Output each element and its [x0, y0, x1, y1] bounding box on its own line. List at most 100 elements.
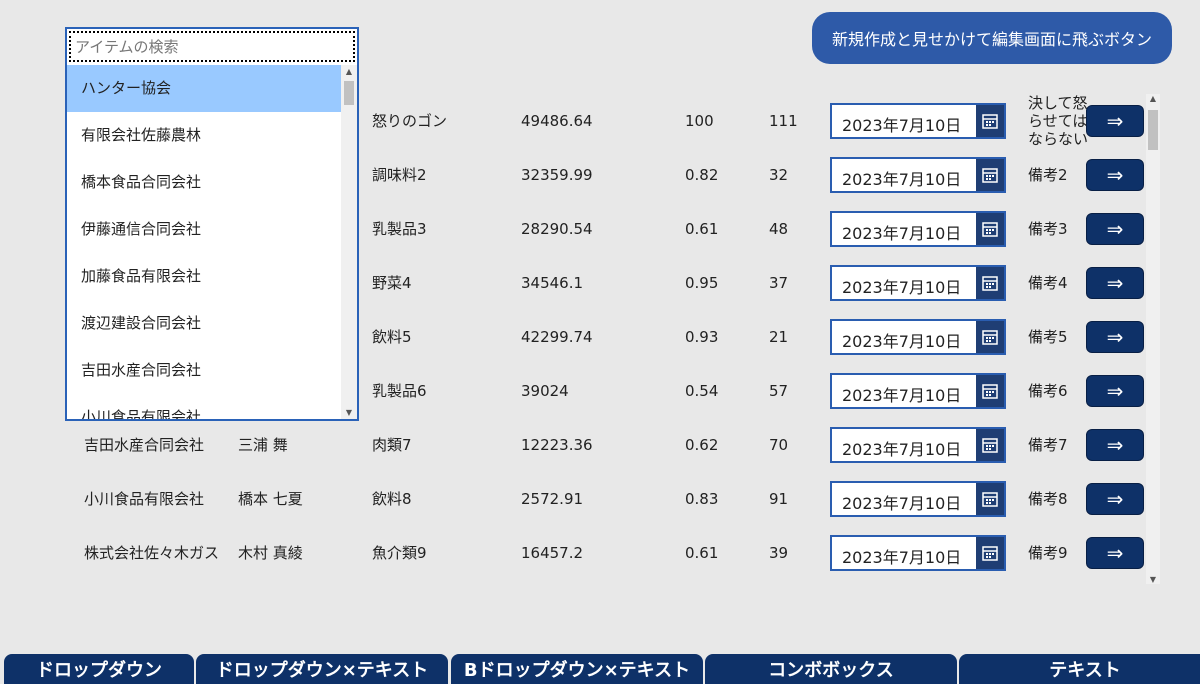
date-picker[interactable]: 2023年7月10日	[830, 211, 1006, 247]
combobox-item[interactable]: 有限会社佐藤農林	[67, 112, 343, 159]
navigate-arrow-button[interactable]: ⇒	[1086, 159, 1144, 191]
combobox-scrollbar[interactable]: ▲ ▼	[341, 65, 357, 419]
date-picker-value[interactable]: 2023年7月10日	[842, 490, 961, 514]
navigate-arrow-button[interactable]: ⇒	[1086, 429, 1144, 461]
table-row: 吉田水産合同会社 三浦 舞 肉類7 12223.36 0.62 70 2023年7月10日 備…	[70, 418, 1148, 472]
navigate-arrow-button[interactable]: ⇒	[1086, 105, 1144, 137]
rate-cell: 100	[685, 112, 714, 130]
product-cell: 野菜4	[372, 274, 412, 292]
date-picker[interactable]: 2023年7月10日	[830, 481, 1006, 517]
company-combobox[interactable]: ハンター協会有限会社佐藤農林橋本食品合同会社伊藤通信合同会社加藤食品有限会社渡辺…	[65, 27, 359, 421]
note-cell: 備考9	[1028, 544, 1068, 562]
date-picker[interactable]: 2023年7月10日	[830, 157, 1006, 193]
combobox-item[interactable]: 吉田水産合同会社	[67, 347, 343, 394]
date-picker-value[interactable]: 2023年7月10日	[842, 274, 961, 298]
table-row: 株式会社佐々木ガス 木村 真綾 魚介類9 16457.2 0.61 39 2023年7月10…	[70, 526, 1148, 580]
new-edit-button[interactable]: 新規作成と見せかけて編集画面に飛ぶボタン	[812, 12, 1172, 64]
date-picker-value[interactable]: 2023年7月10日	[842, 328, 961, 352]
combobox-search-input[interactable]	[69, 31, 355, 62]
scroll-thumb[interactable]	[344, 81, 354, 105]
quantity-cell: 32	[769, 166, 789, 184]
date-picker-value[interactable]: 2023年7月10日	[842, 112, 961, 136]
calendar-icon[interactable]	[976, 213, 1004, 245]
amount-cell: 16457.2	[521, 544, 584, 562]
product-cell: 乳製品6	[372, 382, 427, 400]
table-row: 小川食品有限会社 橋本 七夏 飲料8 2572.91 0.83 91 2023年7月10日 備…	[70, 472, 1148, 526]
calendar-icon[interactable]	[976, 483, 1004, 515]
amount-cell: 49486.64	[521, 112, 593, 130]
combobox-item[interactable]: ハンター協会	[67, 65, 343, 112]
quantity-cell: 111	[769, 112, 798, 130]
combobox-item[interactable]: 加藤食品有限会社	[67, 253, 343, 300]
rate-cell: 0.95	[685, 274, 719, 292]
amount-cell: 39024	[521, 382, 569, 400]
combobox-item[interactable]: 橋本食品合同会社	[67, 159, 343, 206]
note-cell: 備考3	[1028, 220, 1068, 238]
company-cell: 吉田水産合同会社	[84, 436, 205, 454]
calendar-icon[interactable]	[976, 375, 1004, 407]
amount-cell: 28290.54	[521, 220, 593, 238]
date-picker[interactable]: 2023年7月10日	[830, 373, 1006, 409]
date-picker-value[interactable]: 2023年7月10日	[842, 436, 961, 460]
date-picker-value[interactable]: 2023年7月10日	[842, 166, 961, 190]
scroll-up-icon[interactable]: ▲	[1146, 94, 1160, 103]
note-cell: 決して怒らせてはならない	[1028, 94, 1089, 148]
quantity-cell: 70	[769, 436, 789, 454]
quantity-cell: 91	[769, 490, 789, 508]
scroll-down-icon[interactable]: ▼	[1146, 575, 1160, 584]
date-picker-value[interactable]: 2023年7月10日	[842, 220, 961, 244]
calendar-icon[interactable]	[976, 321, 1004, 353]
bottom-tab-bar: ドロップダウン ドロップダウン×テキスト Bドロップダウン×テキスト コンボボッ…	[0, 654, 1200, 684]
product-cell: 調味料2	[372, 166, 427, 184]
quantity-cell: 57	[769, 382, 789, 400]
calendar-icon[interactable]	[976, 537, 1004, 569]
note-cell: 備考8	[1028, 490, 1068, 508]
quantity-cell: 21	[769, 328, 789, 346]
amount-cell: 42299.74	[521, 328, 593, 346]
product-cell: 飲料5	[372, 328, 412, 346]
quantity-cell: 39	[769, 544, 789, 562]
amount-cell: 32359.99	[521, 166, 593, 184]
rate-cell: 0.61	[685, 220, 719, 238]
date-picker[interactable]: 2023年7月10日	[830, 319, 1006, 355]
combobox-item[interactable]: 小川食品有限会社	[67, 394, 343, 419]
scroll-down-icon[interactable]: ▼	[341, 408, 357, 417]
calendar-icon[interactable]	[976, 429, 1004, 461]
date-picker-value[interactable]: 2023年7月10日	[842, 382, 961, 406]
combobox-item[interactable]: 伊藤通信合同会社	[67, 206, 343, 253]
date-picker-value[interactable]: 2023年7月10日	[842, 544, 961, 568]
rate-cell: 0.83	[685, 490, 719, 508]
scroll-up-icon[interactable]: ▲	[341, 67, 357, 76]
rate-cell: 0.93	[685, 328, 719, 346]
person-cell: 橋本 七夏	[238, 490, 303, 508]
date-picker[interactable]: 2023年7月10日	[830, 427, 1006, 463]
navigate-arrow-button[interactable]: ⇒	[1086, 375, 1144, 407]
product-cell: 飲料8	[372, 490, 412, 508]
company-cell: 小川食品有限会社	[84, 490, 205, 508]
quantity-cell: 37	[769, 274, 789, 292]
amount-cell: 2572.91	[521, 490, 584, 508]
product-cell: 魚介類9	[372, 544, 427, 562]
calendar-icon[interactable]	[976, 159, 1004, 191]
calendar-icon[interactable]	[976, 267, 1004, 299]
scroll-thumb[interactable]	[1148, 110, 1158, 150]
rate-cell: 0.61	[685, 544, 719, 562]
amount-cell: 34546.1	[521, 274, 584, 292]
gallery-scrollbar[interactable]: ▲ ▼	[1146, 94, 1160, 584]
navigate-arrow-button[interactable]: ⇒	[1086, 483, 1144, 515]
product-cell: 肉類7	[372, 436, 412, 454]
calendar-icon[interactable]	[976, 105, 1004, 137]
navigate-arrow-button[interactable]: ⇒	[1086, 321, 1144, 353]
date-picker[interactable]: 2023年7月10日	[830, 103, 1006, 139]
navigate-arrow-button[interactable]: ⇒	[1086, 267, 1144, 299]
amount-cell: 12223.36	[521, 436, 593, 454]
rate-cell: 0.82	[685, 166, 719, 184]
note-cell: 備考7	[1028, 436, 1068, 454]
rate-cell: 0.62	[685, 436, 719, 454]
rate-cell: 0.54	[685, 382, 719, 400]
date-picker[interactable]: 2023年7月10日	[830, 265, 1006, 301]
navigate-arrow-button[interactable]: ⇒	[1086, 537, 1144, 569]
combobox-item[interactable]: 渡辺建設合同会社	[67, 300, 343, 347]
date-picker[interactable]: 2023年7月10日	[830, 535, 1006, 571]
navigate-arrow-button[interactable]: ⇒	[1086, 213, 1144, 245]
